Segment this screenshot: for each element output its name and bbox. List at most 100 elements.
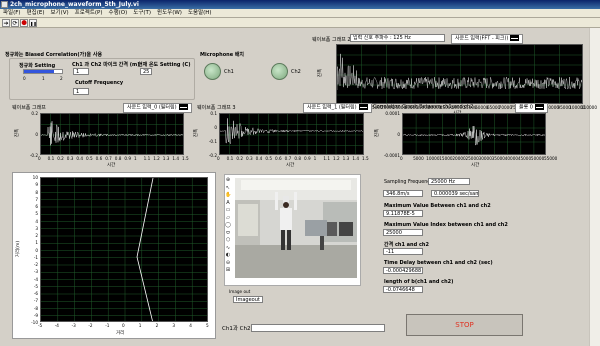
tick-label: 0.8 xyxy=(294,156,301,161)
tick-label: -7 xyxy=(33,298,38,304)
tick-label: 1.5 xyxy=(182,156,189,161)
menu-item[interactable]: 보기(V) xyxy=(47,9,71,18)
tick-label: 1.5 xyxy=(362,156,369,161)
tick-label: 0.3 xyxy=(246,156,253,161)
tick-label: 35000 xyxy=(491,156,505,161)
tick-label: 4 xyxy=(189,323,192,328)
wave1-legend[interactable]: 사운드 입력_0 (필터링) xyxy=(123,103,192,113)
corr-title: Correlation Graph Between ch1 and ch2 xyxy=(373,104,474,110)
abort-icon[interactable]: ⬤ xyxy=(20,19,28,27)
camera-scene-svg xyxy=(235,178,357,278)
tick-label: 0.3 xyxy=(66,156,74,161)
corr-plot-area[interactable] xyxy=(402,113,546,155)
xy-plot-area[interactable] xyxy=(40,177,208,322)
tick-label: 0 xyxy=(400,156,403,161)
norm-slider[interactable] xyxy=(23,69,63,74)
image-tool-icon[interactable]: ⊖ xyxy=(225,260,231,266)
tick-label: -3 xyxy=(71,323,76,328)
tick-label: 0.4 xyxy=(255,156,263,161)
camera-image xyxy=(235,178,357,278)
tick-label: -0.2 xyxy=(29,153,38,158)
image-tool-icon[interactable]: ▭ xyxy=(225,207,231,213)
image-tool-icon[interactable]: ▱ xyxy=(225,215,231,221)
image-tool-icon[interactable]: ⬡ xyxy=(225,237,231,243)
image-tool-icon[interactable]: ↖ xyxy=(225,185,231,191)
menu-item[interactable]: 도구(T) xyxy=(130,9,154,18)
menu-item[interactable]: 프로젝트(P) xyxy=(72,9,106,18)
tick-label: 3 xyxy=(35,225,38,231)
tick-label: 0.2 xyxy=(31,111,38,116)
corr-xlabel: 시간 xyxy=(471,163,480,168)
image-tool-icon[interactable]: ⊕ xyxy=(225,177,231,183)
fft-plot-area[interactable] xyxy=(336,44,583,104)
image-tool-icon[interactable]: ∿ xyxy=(225,245,231,251)
tick-label: -3 xyxy=(33,269,38,275)
tick-label: 6 xyxy=(35,204,38,209)
run-arrow-icon[interactable]: ➔ xyxy=(2,19,10,27)
image-tool-icon[interactable]: ◯ xyxy=(225,222,231,228)
slider-tick: 2 xyxy=(60,76,63,81)
tick-label: 110000 xyxy=(581,105,597,110)
cutoff-label: Cutoff Frequency xyxy=(75,80,124,86)
image-tool-icon[interactable]: ⊞ xyxy=(225,267,231,273)
image-tool-icon[interactable]: ⬭ xyxy=(225,230,231,236)
tick-label: 7 xyxy=(35,196,38,202)
corr-legend[interactable]: 플롯 0 xyxy=(515,103,548,113)
run-continuously-icon[interactable]: ⟳ xyxy=(11,19,19,27)
menu-item[interactable]: 편집(E) xyxy=(24,9,48,18)
menu-item[interactable]: 파일(F) xyxy=(0,9,24,18)
tick-label: 15000 xyxy=(439,156,453,161)
wave3-legend[interactable]: 사운드 입력_1 (필터링) xyxy=(303,103,372,113)
time-delay-label: Time Delay between ch1 and ch2 (sec) xyxy=(384,260,493,266)
wave1-plot-area[interactable] xyxy=(40,113,184,155)
stop-button[interactable]: STOP xyxy=(406,314,523,336)
tick-label: -0.0001 xyxy=(383,153,400,158)
menu-item[interactable]: 수행(O) xyxy=(106,9,131,18)
fft-graph-title: 웨이브폼 그래프 2 xyxy=(312,37,351,43)
temperature-input[interactable]: 25 xyxy=(140,68,152,75)
tick-label: 0.6 xyxy=(95,156,103,161)
tick-label: 1.2 xyxy=(333,156,340,161)
corr-y-ticks: 0.0001 0 -0.0001 xyxy=(380,111,401,158)
xy-plot-svg xyxy=(41,178,207,321)
pause-icon[interactable]: ❚❚ xyxy=(29,19,37,27)
menu-item[interactable]: 도움말(H) xyxy=(185,9,215,18)
ch1-led xyxy=(204,63,221,80)
tick-label: 5 xyxy=(206,323,209,328)
norm-setting-label: 정규화 Setting xyxy=(19,63,56,69)
gap-label: 간격 ch1 and ch2 xyxy=(384,242,429,248)
image-tool-icon[interactable]: ◐ xyxy=(225,252,231,258)
xy-y-ticks: 10 9 8 7 6 5 4 3 2 1 0 -1 -2 -3 -4 -5 -6 -7 -8 -9 -10 xyxy=(26,175,39,325)
max-value-label: Maximum Value Between ch1 and ch2 xyxy=(384,203,491,209)
tick-label: -1 xyxy=(33,254,38,260)
tick-label: 45000 xyxy=(517,156,532,161)
max-index-display: 25000 xyxy=(383,229,423,236)
mic-distance-label: Ch1 과 Ch2 마이크 간격 (m) xyxy=(72,62,140,68)
corr-ylabel: 진폭 xyxy=(375,128,381,138)
wave3-y-ticks: 0.1 0 -0.1 -0.2 xyxy=(204,111,218,158)
norm-slider-fill xyxy=(24,70,54,73)
menu-item[interactable]: 윈도우(W) xyxy=(154,9,185,18)
tick-label: 0.4 xyxy=(76,156,84,161)
fft-legend[interactable]: 사운드 입력(FFT - 피크)) xyxy=(451,34,524,44)
tick-label: 55000 xyxy=(544,156,558,161)
cutoff-input[interactable]: 1 xyxy=(73,88,89,95)
image-tool-icon[interactable]: A xyxy=(225,200,231,206)
series-line xyxy=(41,121,183,146)
window-title-bar: 2ch_microphone_waveform_5th_July.vi xyxy=(0,0,600,9)
tick-label: 0.7 xyxy=(284,156,292,161)
tick-label: -4 xyxy=(33,276,38,282)
tick-label: 9 xyxy=(35,182,38,188)
vertical-scrollbar[interactable] xyxy=(589,28,600,346)
tick-label: -2 xyxy=(88,323,93,328)
wave3-plot-area[interactable] xyxy=(219,113,364,155)
image-out-control[interactable]: Imageout xyxy=(233,296,263,303)
tick-label: 4 xyxy=(35,218,38,224)
tick-label: 1 xyxy=(134,156,137,161)
corr-plot-svg xyxy=(403,114,545,154)
tick-label: 0.5 xyxy=(86,156,93,161)
ch-between-input[interactable] xyxy=(251,324,385,332)
series-line xyxy=(220,118,363,145)
mic-distance-input[interactable]: 1 xyxy=(73,68,89,75)
image-tool-icon[interactable]: ✋ xyxy=(225,192,231,198)
